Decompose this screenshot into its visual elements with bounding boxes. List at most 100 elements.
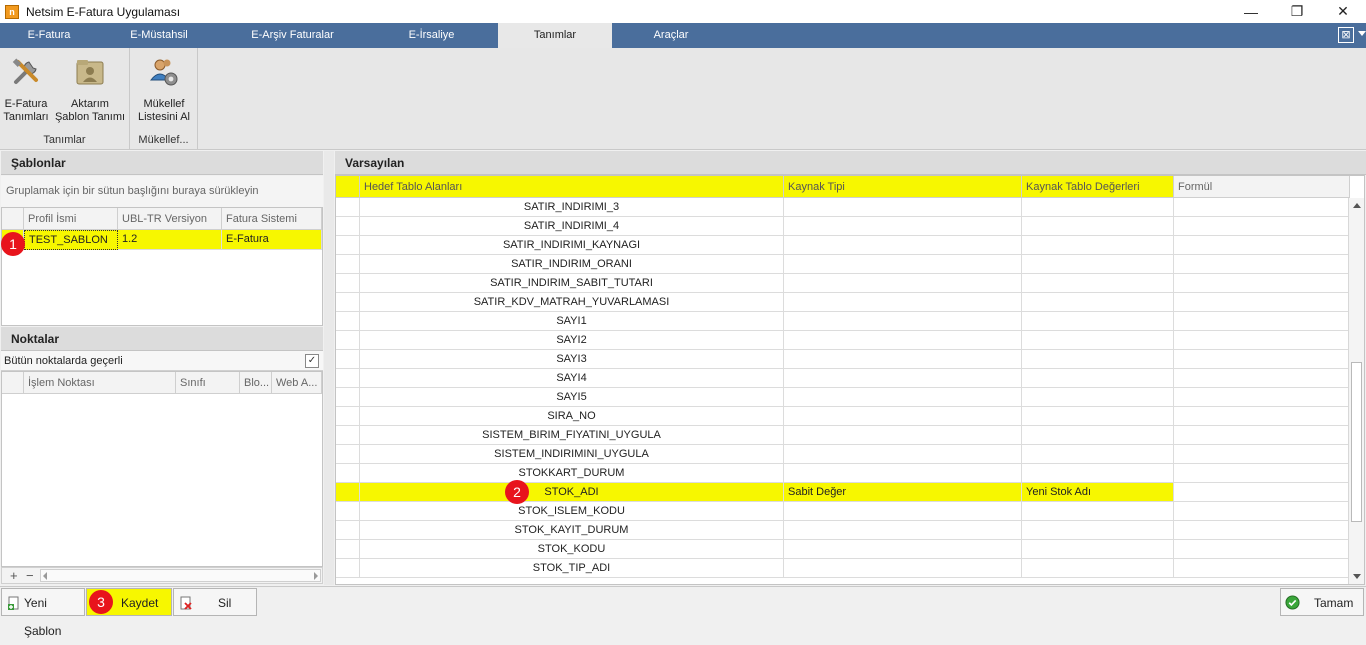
yeni-sablon-button[interactable]: Yeni Şablon — [1, 588, 85, 638]
efatura-tanimlari-button[interactable]: E-Fatura Tanımları — [2, 56, 50, 124]
cell-kaynak-tipi[interactable] — [784, 540, 1022, 559]
col-web-a[interactable]: Web A... — [272, 372, 322, 394]
cell-kaynak-degeri[interactable]: Yeni Stok Adı — [1022, 483, 1174, 502]
tab-araclar[interactable]: Araçlar — [612, 23, 730, 48]
cell-kaynak-tipi[interactable] — [784, 388, 1022, 407]
cell-kaynak-degeri[interactable] — [1022, 540, 1174, 559]
cell-formul[interactable] — [1174, 198, 1350, 217]
cell-kaynak-tipi[interactable] — [784, 198, 1022, 217]
cell-hedef[interactable]: SATIR_INDIRIMI_3 — [360, 198, 784, 217]
cell-kaynak-tipi[interactable] — [784, 369, 1022, 388]
cell-hedef[interactable]: SAYI5 — [360, 388, 784, 407]
cell-kaynak-degeri[interactable] — [1022, 198, 1174, 217]
scroll-right-icon[interactable] — [314, 572, 318, 580]
scroll-thumb[interactable] — [1351, 362, 1362, 522]
col-ubl-tr-versiyon[interactable]: UBL-TR Versiyon — [118, 208, 222, 230]
col-kaynak-tipi[interactable]: Kaynak Tipi — [784, 176, 1022, 198]
cell-hedef[interactable]: SAYI3 — [360, 350, 784, 369]
cell-formul[interactable] — [1174, 464, 1350, 483]
scroll-left-icon[interactable] — [43, 572, 47, 580]
minimize-button[interactable]: — — [1228, 0, 1274, 23]
cell-formul[interactable] — [1174, 388, 1350, 407]
cell-ubl-versiyon[interactable]: 1.2 — [118, 230, 222, 250]
sil-button[interactable]: Sil — [173, 588, 257, 616]
cell-kaynak-tipi[interactable] — [784, 350, 1022, 369]
cell-formul[interactable] — [1174, 293, 1350, 312]
cell-kaynak-degeri[interactable] — [1022, 502, 1174, 521]
tab-e-mustahsil[interactable]: E-Müstahsil — [98, 23, 220, 48]
cell-kaynak-degeri[interactable] — [1022, 388, 1174, 407]
cell-profil-ismi[interactable]: TEST_SABLON — [24, 230, 118, 250]
panel-splitter[interactable] — [324, 151, 334, 585]
close-window-button[interactable]: ✕ — [1320, 0, 1366, 23]
cell-formul[interactable] — [1174, 502, 1350, 521]
tab-e-arsiv-faturalar[interactable]: E-Arşiv Faturalar — [220, 23, 365, 48]
tamam-button[interactable]: Tamam — [1280, 588, 1364, 616]
col-islem-noktasi[interactable]: İşlem Noktası — [24, 372, 176, 394]
cell-hedef[interactable]: STOK_ADI — [360, 483, 784, 502]
cell-kaynak-tipi[interactable] — [784, 445, 1022, 464]
cell-kaynak-tipi[interactable] — [784, 217, 1022, 236]
maximize-button[interactable]: ❐ — [1274, 0, 1320, 23]
cell-formul[interactable] — [1174, 540, 1350, 559]
cell-hedef[interactable]: SATIR_KDV_MATRAH_YUVARLAMASI — [360, 293, 784, 312]
cell-formul[interactable] — [1174, 217, 1350, 236]
col-profil-ismi[interactable]: Profil İsmi — [24, 208, 118, 230]
horizontal-scrollbar[interactable] — [40, 569, 321, 582]
mukellef-listesini-al-button[interactable]: Mükellef Listesini Al — [132, 56, 196, 124]
cell-kaynak-tipi[interactable] — [784, 502, 1022, 521]
cell-formul[interactable] — [1174, 236, 1350, 255]
cell-kaynak-degeri[interactable] — [1022, 369, 1174, 388]
all-points-checkbox[interactable]: ✓ — [305, 354, 319, 368]
cell-hedef[interactable]: SATIR_INDIRIMI_KAYNAGI — [360, 236, 784, 255]
cell-kaynak-tipi[interactable] — [784, 331, 1022, 350]
ribbon-close-icon[interactable]: ⊠ — [1338, 27, 1354, 43]
cell-formul[interactable] — [1174, 407, 1350, 426]
cell-kaynak-degeri[interactable] — [1022, 445, 1174, 464]
cell-hedef[interactable]: STOK_KAYIT_DURUM — [360, 521, 784, 540]
cell-formul[interactable] — [1174, 274, 1350, 293]
cell-kaynak-tipi[interactable] — [784, 559, 1022, 578]
tab-e-fatura[interactable]: E-Fatura — [0, 23, 98, 48]
cell-hedef[interactable]: SATIR_INDIRIM_ORANI — [360, 255, 784, 274]
col-blo[interactable]: Blo... — [240, 372, 272, 394]
cell-kaynak-tipi[interactable] — [784, 236, 1022, 255]
cell-kaynak-tipi[interactable] — [784, 521, 1022, 540]
cell-formul[interactable] — [1174, 445, 1350, 464]
cell-kaynak-degeri[interactable] — [1022, 293, 1174, 312]
remove-icon[interactable]: − — [26, 568, 34, 583]
cell-hedef[interactable]: SAYI4 — [360, 369, 784, 388]
scroll-up-icon[interactable] — [1353, 203, 1361, 208]
tab-e-irsaliye[interactable]: E-İrsaliye — [365, 23, 498, 48]
cell-kaynak-degeri[interactable] — [1022, 274, 1174, 293]
scroll-down-icon[interactable] — [1353, 574, 1361, 579]
cell-fatura-sistemi[interactable]: E-Fatura — [222, 230, 322, 250]
col-formul[interactable]: Formül — [1174, 176, 1350, 198]
cell-hedef[interactable]: SISTEM_BIRIM_FIYATINI_UYGULA — [360, 426, 784, 445]
cell-hedef[interactable]: STOKKART_DURUM — [360, 464, 784, 483]
cell-hedef[interactable]: SATIR_INDIRIM_SABIT_TUTARI — [360, 274, 784, 293]
cell-kaynak-degeri[interactable] — [1022, 464, 1174, 483]
cell-formul[interactable] — [1174, 521, 1350, 540]
ribbon-collapse-arrow-icon[interactable] — [1358, 31, 1366, 36]
cell-formul[interactable] — [1174, 559, 1350, 578]
cell-kaynak-tipi[interactable] — [784, 274, 1022, 293]
cell-kaynak-tipi[interactable] — [784, 426, 1022, 445]
cell-kaynak-tipi[interactable] — [784, 255, 1022, 274]
cell-hedef[interactable]: SAYI1 — [360, 312, 784, 331]
col-hedef-tablo-alanlari[interactable]: Hedef Tablo Alanları — [360, 176, 784, 198]
cell-hedef[interactable]: STOK_TIP_ADI — [360, 559, 784, 578]
cell-hedef[interactable]: SIRA_NO — [360, 407, 784, 426]
cell-hedef[interactable]: STOK_KODU — [360, 540, 784, 559]
vertical-scrollbar[interactable] — [1348, 198, 1364, 584]
cell-kaynak-degeri[interactable] — [1022, 331, 1174, 350]
cell-formul[interactable] — [1174, 255, 1350, 274]
cell-formul[interactable] — [1174, 483, 1350, 502]
cell-kaynak-degeri[interactable] — [1022, 312, 1174, 331]
cell-kaynak-degeri[interactable] — [1022, 559, 1174, 578]
cell-kaynak-degeri[interactable] — [1022, 521, 1174, 540]
cell-formul[interactable] — [1174, 331, 1350, 350]
cell-kaynak-tipi[interactable] — [784, 312, 1022, 331]
cell-kaynak-degeri[interactable] — [1022, 217, 1174, 236]
cell-formul[interactable] — [1174, 426, 1350, 445]
